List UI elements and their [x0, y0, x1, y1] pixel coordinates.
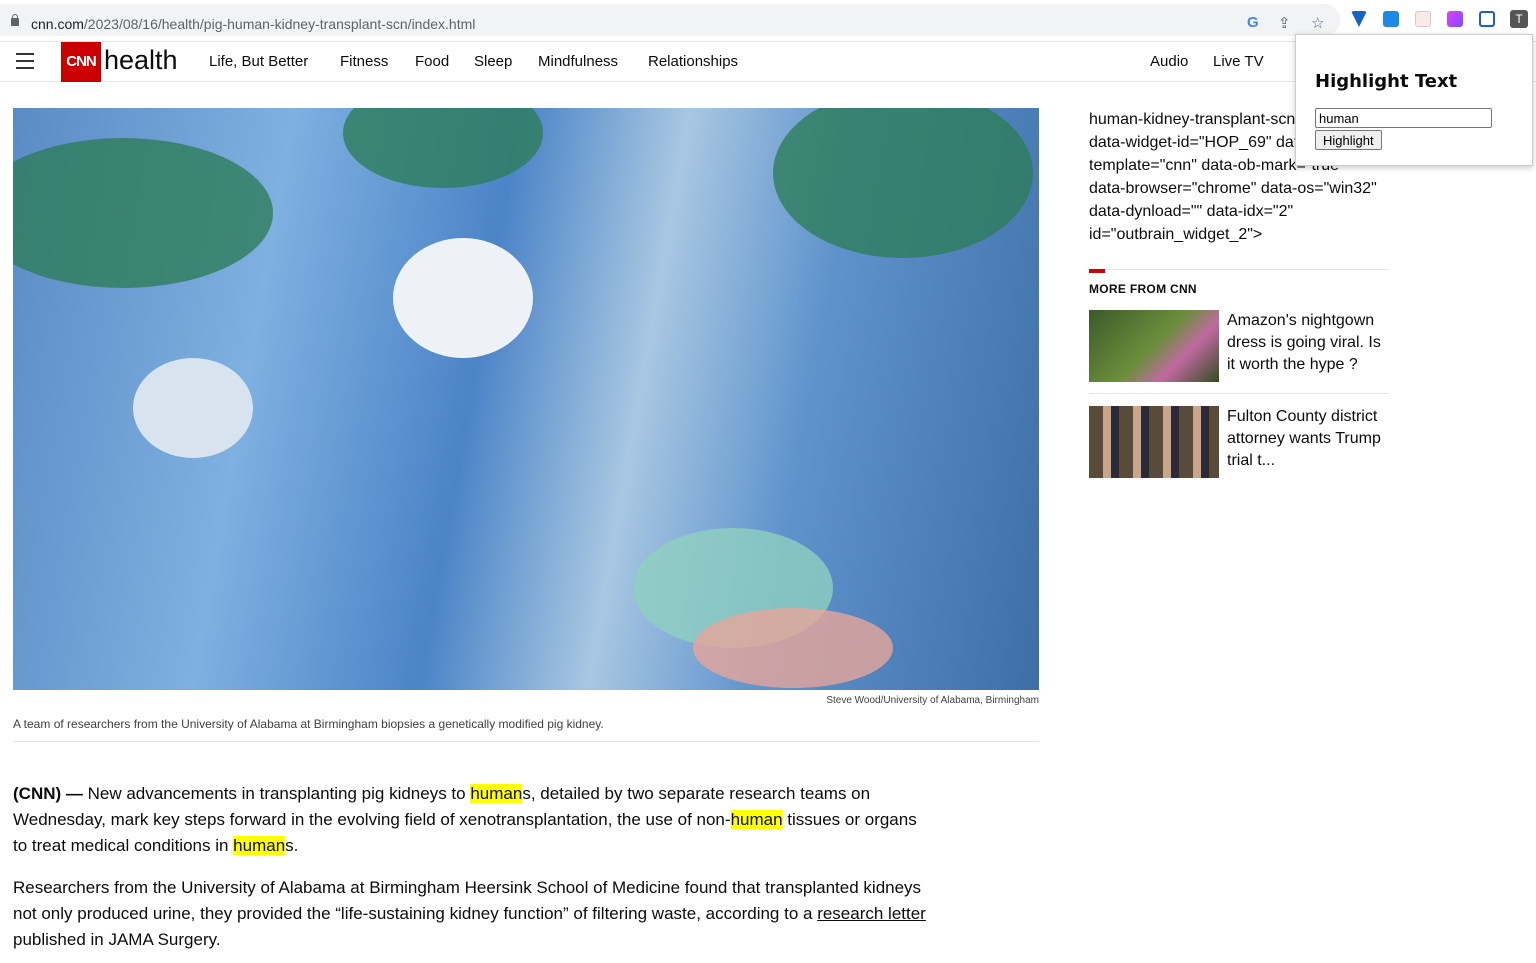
story-title[interactable]: Amazon's nightgown dress is going viral.… [1227, 310, 1392, 376]
lock-icon [11, 14, 19, 26]
menu-icon[interactable] [16, 53, 34, 69]
highlighted-term: human [233, 836, 286, 855]
text: s. [285, 836, 299, 855]
divider [1089, 269, 1389, 270]
story-title[interactable]: Fulton County district attorney wants Tr… [1227, 406, 1392, 472]
story-thumbnail[interactable] [1089, 406, 1219, 478]
highlighted-term: human [730, 810, 783, 829]
more-from-cnn-heading: MORE FROM CNN [1089, 282, 1197, 296]
text: published in JAMA Surgery. [13, 930, 221, 949]
article-paragraph: (CNN) — New advancements in transplantin… [13, 781, 933, 859]
extension-purple-icon[interactable] [1447, 11, 1463, 27]
story-thumbnail[interactable] [1089, 310, 1219, 382]
section-title[interactable]: health [104, 45, 178, 76]
photo-caption: A team of researchers from the Universit… [13, 717, 604, 731]
extension-notes-icon[interactable] [1415, 11, 1431, 27]
divider [13, 741, 1039, 742]
highlight-button[interactable]: Highlight [1315, 130, 1382, 150]
article-photo [13, 108, 1039, 690]
dateline: (CNN) — [13, 784, 83, 803]
nav-live-tv[interactable]: Live TV [1213, 53, 1264, 70]
address-bar[interactable]: cnn.com/2023/08/16/health/pig-human-kidn… [0, 4, 1340, 36]
highlight-text-popup: Highlight Text Highlight [1295, 34, 1533, 166]
divider [1089, 393, 1389, 394]
nav-mindfulness[interactable]: Mindfulness [538, 53, 618, 70]
popup-title: Highlight Text [1315, 71, 1458, 92]
extension-glasses-icon[interactable] [1479, 11, 1495, 27]
accent-bar [1089, 269, 1105, 273]
related-story-card[interactable]: Fulton County district attorney wants Tr… [1089, 406, 1389, 478]
nav-fitness[interactable]: Fitness [340, 53, 388, 70]
cnn-logo[interactable]: CNN [61, 42, 101, 82]
share-icon[interactable]: ⇪ [1278, 14, 1291, 32]
extension-d-icon[interactable] [1383, 11, 1399, 27]
nav-relationships[interactable]: Relationships [648, 53, 738, 70]
nav-food[interactable]: Food [415, 53, 449, 70]
google-icon[interactable]: G [1247, 14, 1259, 31]
nav-sleep[interactable]: Sleep [474, 53, 512, 70]
url-text[interactable]: cnn.com/2023/08/16/health/pig-human-kidn… [31, 16, 475, 32]
highlight-term-input[interactable] [1315, 108, 1492, 128]
highlighted-term: human [470, 784, 523, 803]
photo-credit: Steve Wood/University of Alabama, Birmin… [826, 695, 1039, 706]
url-path: /2023/08/16/health/pig-human-kidney-tran… [83, 16, 476, 32]
star-icon[interactable]: ☆ [1311, 14, 1324, 32]
extension-funnel-icon[interactable] [1351, 11, 1367, 27]
nav-life-but-better[interactable]: Life, But Better [209, 53, 308, 70]
text: Researchers from the University of Alaba… [13, 878, 922, 923]
research-letter-link[interactable]: research letter [817, 904, 926, 923]
article-paragraph: Researchers from the University of Alaba… [13, 875, 933, 953]
profile-extension-icon[interactable]: T [1510, 10, 1528, 28]
related-story-card[interactable]: Amazon's nightgown dress is going viral.… [1089, 310, 1389, 382]
text: New advancements in transplanting pig ki… [82, 784, 471, 803]
url-host: cnn.com [31, 16, 84, 32]
nav-audio[interactable]: Audio [1150, 53, 1188, 70]
